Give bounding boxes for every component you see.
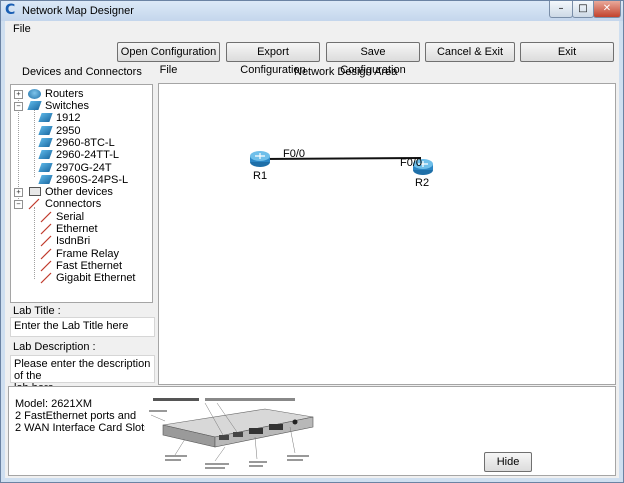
design-area-label: Network Design Area xyxy=(294,66,398,78)
switch-icon xyxy=(38,163,53,172)
router-r1-icon[interactable] xyxy=(249,150,271,168)
exit-button[interactable]: Exit xyxy=(520,42,614,62)
tree-label: Switches xyxy=(45,100,90,112)
tree-label: 1912 xyxy=(56,112,81,124)
tree-label: 2960-24TT-L xyxy=(56,149,119,161)
tree-label: Connectors xyxy=(45,198,102,210)
router-r2-label: R2 xyxy=(415,177,430,189)
tree-label: 2970G-24T xyxy=(56,162,112,174)
model-wan-slots: 2 WAN Interface Card Slots xyxy=(15,422,150,434)
hide-button[interactable]: Hide xyxy=(484,452,532,472)
tree-label: Serial xyxy=(56,211,85,223)
collapse-icon[interactable]: − xyxy=(14,102,23,111)
tree-label: Ethernet xyxy=(56,223,98,235)
switch-icon xyxy=(38,126,53,135)
menu-bar: File xyxy=(5,21,619,38)
link-layer xyxy=(260,157,422,160)
tree-label: Frame Relay xyxy=(56,248,119,260)
expand-icon[interactable]: + xyxy=(14,188,23,197)
tree-label: IsdnBri xyxy=(56,235,91,247)
r1-port-label: F0/0 xyxy=(283,148,306,160)
cancel-exit-button[interactable]: Cancel & Exit xyxy=(425,42,515,62)
switch-icon xyxy=(38,150,53,159)
tree-label: 2960S-24PS-L xyxy=(56,174,129,186)
window-title: Network Map Designer xyxy=(22,5,134,17)
computer-icon xyxy=(29,187,41,196)
device-tree[interactable]: + Routers − Switches 1912 2950 2960-8TC-… xyxy=(10,84,153,303)
switch-icon xyxy=(38,175,53,184)
tree-label: 2950 xyxy=(56,125,81,137)
model-ports: 2 FastEthernet ports and xyxy=(15,410,137,422)
tree-connector-line xyxy=(34,107,35,177)
open-configuration-button[interactable]: Open Configuration File xyxy=(117,42,220,76)
title-bar[interactable]: C Network Map Designer – □ ✕ xyxy=(1,1,623,21)
switch-icon xyxy=(27,101,42,110)
connector-icon xyxy=(40,235,52,247)
model-name: Model: 2621XM xyxy=(15,398,93,410)
lab-description-line: Please enter the description of the xyxy=(14,358,151,382)
tree-label: 2960-8TC-L xyxy=(56,137,115,149)
tree-label: Gigabit Ethernet xyxy=(56,272,136,284)
save-configuration-button[interactable]: Save Configuration xyxy=(326,42,420,76)
lab-description-input[interactable]: Please enter the description of the lab … xyxy=(10,355,155,394)
minimize-button[interactable]: – xyxy=(549,1,573,18)
client-area: File Open Configuration File Export Conf… xyxy=(5,21,619,478)
connector-icon xyxy=(28,198,40,210)
switch-icon xyxy=(38,113,53,122)
tree-connector-line xyxy=(34,207,35,279)
close-button[interactable]: ✕ xyxy=(593,1,621,18)
tree-label: Other devices xyxy=(45,186,113,198)
devices-connectors-label: Devices and Connectors xyxy=(22,66,142,78)
expand-icon[interactable]: + xyxy=(14,90,23,99)
maximize-button[interactable]: □ xyxy=(572,1,594,18)
collapse-icon[interactable]: − xyxy=(14,200,23,209)
lab-title-label: Lab Title : xyxy=(13,305,61,317)
lab-description-label: Lab Description : xyxy=(13,341,96,353)
tree-label: Routers xyxy=(45,88,84,100)
connector-icon xyxy=(40,272,52,284)
r2-port-label: F0/0 xyxy=(400,157,423,169)
connector-icon xyxy=(40,223,52,235)
connector-icon xyxy=(40,211,52,223)
lab-title-input[interactable]: Enter the Lab Title here xyxy=(10,317,155,337)
app-icon: C xyxy=(5,2,16,18)
router-icon xyxy=(28,89,41,99)
switch-icon xyxy=(38,138,53,147)
app-window: C Network Map Designer – □ ✕ File Open C… xyxy=(0,0,624,483)
connector-icon xyxy=(40,260,52,272)
network-design-canvas[interactable]: R1 F0/0 R2 F0/0 xyxy=(158,83,616,385)
export-configuration-button[interactable]: Export Configuration xyxy=(226,42,320,76)
hardware-figure-image xyxy=(145,395,319,475)
tree-label: Fast Ethernet xyxy=(56,260,123,272)
connector-icon xyxy=(40,248,52,260)
menu-file[interactable]: File xyxy=(13,23,31,35)
router-r1-label: R1 xyxy=(253,170,268,182)
